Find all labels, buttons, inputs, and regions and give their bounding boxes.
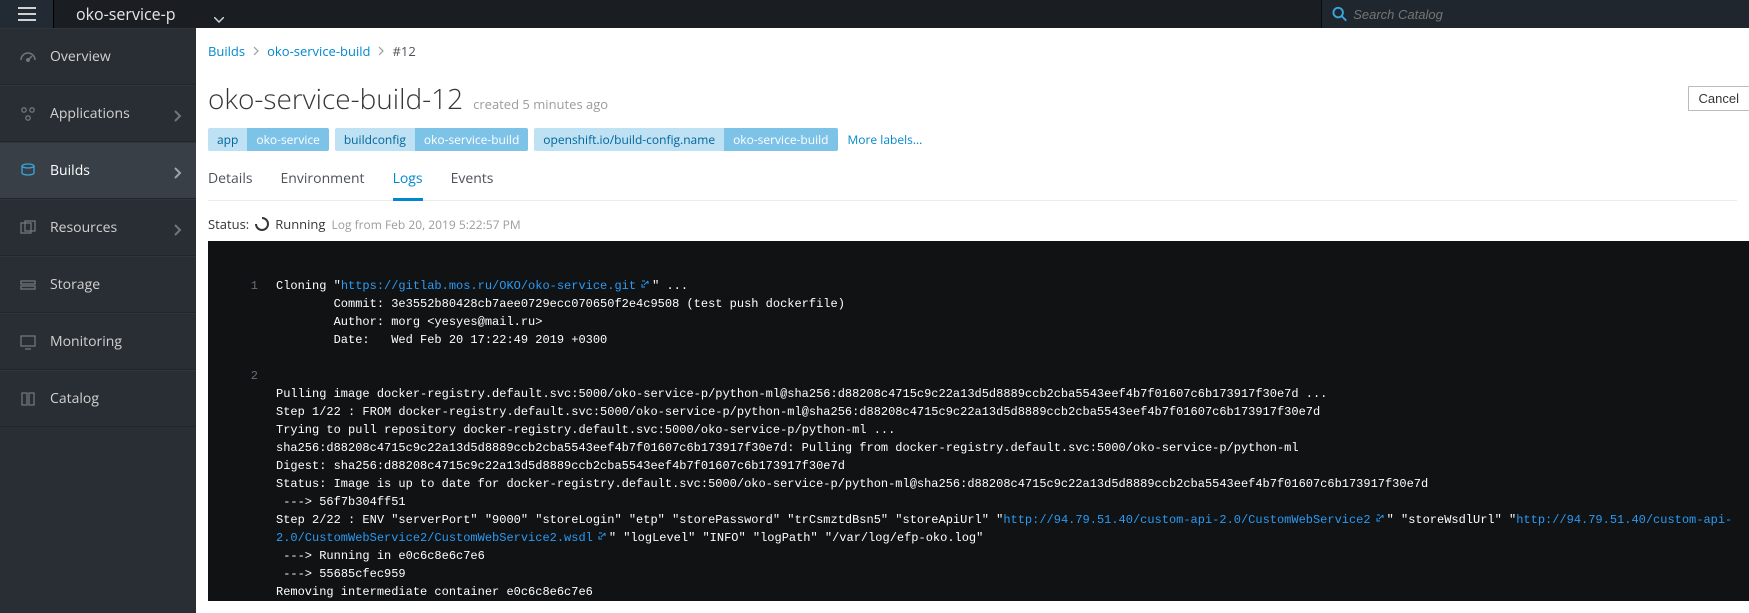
label-key: openshift.io/build-config.name: [534, 128, 724, 151]
spinner-icon: [255, 217, 269, 231]
external-link-icon: [597, 529, 607, 547]
status-row: Status: Running Log from Feb 20, 2019 5:…: [208, 215, 1749, 233]
search-input[interactable]: [1353, 7, 1749, 22]
chevron-down-icon: [214, 6, 224, 28]
label-pair[interactable]: buildconfig oko-service-build: [335, 128, 528, 151]
breadcrumb: Builds oko-service-build #12: [208, 42, 1749, 60]
topbar: oko-service-p: [0, 0, 1749, 28]
log-link[interactable]: http://94.79.51.40/custom-api-2.0/Custom…: [1003, 513, 1370, 527]
label-key: buildconfig: [335, 128, 415, 151]
log-text: Pulling image docker-registry.default.sv…: [276, 367, 1741, 601]
label-pair[interactable]: app oko-service: [208, 128, 329, 151]
sidebar: Overview Applications Builds Resources S…: [0, 28, 196, 613]
sidebar-item-builds[interactable]: Builds: [0, 142, 196, 199]
catalog-icon: [18, 390, 38, 408]
tabs: Details Environment Logs Events: [208, 169, 1737, 201]
chevron-right-icon: [174, 108, 182, 126]
project-selector[interactable]: oko-service-p: [76, 0, 176, 28]
cancel-build-button[interactable]: Cancel: [1688, 86, 1749, 111]
log-from-text: Log from Feb 20, 2019 5:22:57 PM: [331, 216, 520, 233]
chevron-right-icon: [378, 42, 384, 60]
sidebar-item-storage[interactable]: Storage: [0, 256, 196, 313]
external-link-icon: [1375, 511, 1385, 529]
breadcrumb-current: #12: [392, 42, 415, 60]
sidebar-item-label: Builds: [50, 161, 90, 180]
sidebar-item-label: Resources: [50, 218, 117, 237]
log-line-number: 1: [230, 277, 258, 349]
hamburger-icon: [18, 7, 36, 21]
label-value: oko-service-build: [724, 128, 837, 151]
main: Builds oko-service-build #12 oko-service…: [196, 28, 1749, 613]
catalog-search[interactable]: [1321, 0, 1749, 28]
tab-details[interactable]: Details: [208, 169, 253, 200]
status-label: Status:: [208, 215, 249, 233]
chevron-right-icon: [174, 165, 182, 183]
log-line-number: 2: [230, 367, 258, 601]
resources-icon: [18, 219, 38, 237]
tab-environment[interactable]: Environment: [281, 169, 365, 200]
sidebar-item-label: Overview: [50, 47, 111, 66]
project-name: oko-service-p: [76, 3, 176, 25]
label-value: oko-service-build: [415, 128, 528, 151]
sidebar-item-label: Catalog: [50, 389, 99, 408]
breadcrumb-buildconfig[interactable]: oko-service-build: [267, 42, 370, 60]
label-pair[interactable]: openshift.io/build-config.name oko-servi…: [534, 128, 837, 151]
sidebar-item-monitoring[interactable]: Monitoring: [0, 313, 196, 370]
sidebar-item-applications[interactable]: Applications: [0, 85, 196, 142]
page-subtitle: created 5 minutes ago: [473, 95, 608, 113]
label-key: app: [208, 128, 247, 151]
more-labels-link[interactable]: More labels...: [848, 131, 923, 148]
sidebar-item-catalog[interactable]: Catalog: [0, 370, 196, 427]
monitoring-icon: [18, 333, 38, 351]
label-value: oko-service: [247, 128, 328, 151]
breadcrumb-builds[interactable]: Builds: [208, 42, 245, 60]
page-title: oko-service-build-12: [208, 80, 463, 118]
sidebar-item-label: Monitoring: [50, 332, 122, 351]
chevron-right-icon: [174, 222, 182, 240]
external-link-icon: [640, 277, 650, 295]
tab-logs[interactable]: Logs: [393, 169, 423, 201]
log-text: Cloning "https://gitlab.mos.ru/OKO/oko-s…: [276, 277, 1741, 349]
sidebar-item-resources[interactable]: Resources: [0, 199, 196, 256]
status-value: Running: [275, 215, 325, 233]
labels-row: app oko-service buildconfig oko-service-…: [208, 128, 1749, 151]
sidebar-item-label: Applications: [50, 104, 130, 123]
applications-icon: [18, 105, 38, 123]
tab-events[interactable]: Events: [451, 169, 494, 200]
sidebar-item-label: Storage: [50, 275, 100, 294]
log-link[interactable]: https://gitlab.mos.ru/OKO/oko-service.gi…: [341, 279, 636, 293]
menu-toggle-button[interactable]: [0, 0, 54, 28]
search-icon: [1332, 6, 1347, 22]
builds-icon: [18, 162, 38, 180]
storage-icon: [18, 276, 38, 294]
log-body: 1Cloning "https://gitlab.mos.ru/OKO/oko-…: [208, 241, 1749, 601]
dashboard-icon: [18, 48, 38, 66]
sidebar-item-overview[interactable]: Overview: [0, 28, 196, 85]
chevron-right-icon: [253, 42, 259, 60]
log-panel[interactable]: 1Cloning "https://gitlab.mos.ru/OKO/oko-…: [208, 241, 1749, 601]
